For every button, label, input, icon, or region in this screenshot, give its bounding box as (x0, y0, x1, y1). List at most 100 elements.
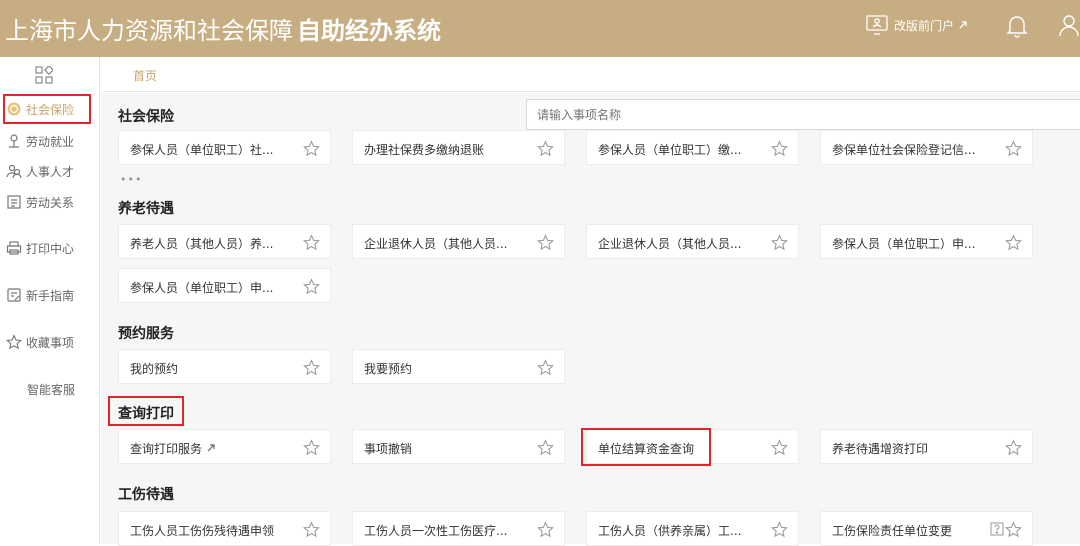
breadcrumb-home[interactable]: 首页 (133, 67, 157, 84)
external-link-icon (959, 21, 967, 29)
guide-icon (7, 288, 21, 302)
highlight-box-social-insurance (3, 94, 91, 124)
service-label: 参保人员（单位职工）申... (130, 281, 274, 295)
star-icon[interactable] (1005, 439, 1022, 456)
star-icon[interactable] (303, 140, 320, 157)
sidebar: 社会保险 劳动就业 人事人才 劳动关系 打印中心 新手指南 收藏事项 智能客服 (0, 57, 100, 544)
main-content: 社会保险 参保人员（单位职工）社... 办理社保费多缴纳退账 参保人员（单位职工… (101, 93, 1080, 546)
star-icon[interactable] (537, 234, 554, 251)
sidebar-item-personnel[interactable]: 人事人才 (6, 160, 74, 182)
document-icon (7, 195, 21, 209)
bell-icon[interactable] (1006, 14, 1028, 38)
service-label: 参保人员（单位职工）申... (832, 237, 976, 251)
service-card[interactable]: 养老人员（其他人员）养... (118, 224, 331, 259)
sidebar-item-labor-relations[interactable]: 劳动关系 (6, 191, 74, 213)
highlight-box-settlement-query (581, 428, 711, 466)
more-dots[interactable]: ••• (120, 173, 142, 186)
star-icon[interactable] (771, 234, 788, 251)
service-label: 养老人员（其他人员）养... (130, 237, 274, 251)
service-label: 事项撤销 (364, 442, 413, 456)
sidebar-item-label: 劳动关系 (26, 195, 75, 210)
service-label: 养老待遇增资打印 (832, 442, 929, 456)
sidebar-item-favorites[interactable]: 收藏事项 (6, 331, 74, 353)
service-label: 我要预约 (364, 362, 413, 376)
sidebar-item-label: 人事人才 (26, 164, 75, 179)
sidebar-item-print-center[interactable]: 打印中心 (6, 237, 74, 259)
service-card[interactable]: 我要预约 (352, 349, 565, 384)
service-card[interactable]: 事项撤销 (352, 429, 565, 464)
user-icon[interactable] (1058, 14, 1080, 38)
service-card[interactable]: 参保单位社会保险登记信... (820, 130, 1033, 165)
sidebar-item-smart-service[interactable]: 智能客服 (27, 378, 75, 400)
service-label: 工伤人员一次性工伤医疗... (364, 524, 508, 538)
star-icon[interactable] (537, 359, 554, 376)
grid-menu-icon[interactable] (35, 66, 53, 84)
service-card[interactable]: 企业退休人员（其他人员... (352, 224, 565, 259)
section-title: 养老待遇 (118, 201, 174, 217)
app-title: 上海市人力资源和社会保障 自助经办系统 (5, 17, 441, 45)
service-card[interactable]: 企业退休人员（其他人员... (586, 224, 799, 259)
sidebar-item-label: 劳动就业 (26, 134, 75, 149)
star-icon[interactable] (303, 439, 320, 456)
sidebar-item-label: 新手指南 (26, 288, 75, 303)
sidebar-item-employment[interactable]: 劳动就业 (6, 130, 74, 152)
service-card[interactable]: 参保人员（单位职工）申... (820, 224, 1033, 259)
section-title: 工伤待遇 (118, 487, 174, 503)
service-label: 企业退休人员（其他人员... (364, 237, 508, 251)
search-input[interactable] (526, 99, 1080, 130)
star-icon[interactable] (537, 140, 554, 157)
star-icon[interactable] (771, 439, 788, 456)
service-card[interactable]: 工伤保险责任单位变更 (820, 511, 1033, 546)
help-icon[interactable] (990, 522, 1004, 536)
service-label: 工伤保险责任单位变更 (832, 524, 953, 538)
highlight-box-query-print (108, 396, 184, 426)
service-card[interactable]: 参保人员（单位职工）社... (118, 130, 331, 165)
service-card[interactable]: 工伤人员工伤伤残待遇申领 (118, 511, 331, 546)
star-icon[interactable] (537, 439, 554, 456)
service-label: 我的预约 (130, 362, 179, 376)
star-icon[interactable] (303, 359, 320, 376)
service-label: 办理社保费多缴纳退账 (364, 143, 485, 157)
service-card[interactable]: 工伤人员（供养亲属）工... (586, 511, 799, 546)
people-icon (6, 164, 22, 179)
service-card[interactable]: 我的预约 (118, 349, 331, 384)
service-card[interactable]: 参保人员（单位职工）缴... (586, 130, 799, 165)
old-portal-label: 改版前门户 (894, 18, 955, 33)
sidebar-item-label: 智能客服 (27, 382, 76, 397)
person-icon (9, 134, 19, 148)
sidebar-item-label: 收藏事项 (26, 335, 75, 350)
link-icon (207, 444, 215, 452)
app-header: 上海市人力资源和社会保障 自助经办系统 改版前门户 (0, 0, 1080, 57)
service-card[interactable]: 办理社保费多缴纳退账 (352, 130, 565, 165)
service-card[interactable]: 养老待遇增资打印 (820, 429, 1033, 464)
service-label: 企业退休人员（其他人员... (598, 237, 742, 251)
sidebar-item-label: 打印中心 (26, 241, 75, 256)
sidebar-item-beginner-guide[interactable]: 新手指南 (6, 284, 74, 306)
star-icon[interactable] (303, 278, 320, 295)
service-card[interactable]: 查询打印服务 (118, 429, 331, 464)
service-label: 参保单位社会保险登记信... (832, 143, 976, 157)
monitor-user-icon (866, 15, 888, 35)
old-portal-link[interactable]: 改版前门户 (866, 14, 975, 36)
star-icon[interactable] (303, 521, 320, 538)
star-icon[interactable] (1005, 140, 1022, 157)
printer-icon (6, 241, 22, 255)
service-label: 工伤人员工伤伤残待遇申领 (130, 524, 275, 538)
star-icon[interactable] (771, 140, 788, 157)
app-title-bold: 自助经办系统 (297, 17, 441, 45)
service-card[interactable]: 工伤人员一次性工伤医疗... (352, 511, 565, 546)
star-icon[interactable] (537, 521, 554, 538)
section-title: 社会保险 (118, 109, 174, 125)
star-icon (6, 334, 22, 350)
service-card[interactable]: 参保人员（单位职工）申... (118, 268, 331, 303)
service-label: 参保人员（单位职工）缴... (598, 143, 742, 157)
service-label: 工伤人员（供养亲属）工... (598, 524, 742, 538)
star-icon[interactable] (1005, 521, 1022, 538)
section-title: 预约服务 (118, 326, 174, 342)
service-label: 参保人员（单位职工）社... (130, 143, 274, 157)
star-icon[interactable] (771, 521, 788, 538)
breadcrumb-bar: 首页 (101, 57, 1080, 92)
service-label: 查询打印服务 (130, 440, 216, 457)
star-icon[interactable] (1005, 234, 1022, 251)
star-icon[interactable] (303, 234, 320, 251)
